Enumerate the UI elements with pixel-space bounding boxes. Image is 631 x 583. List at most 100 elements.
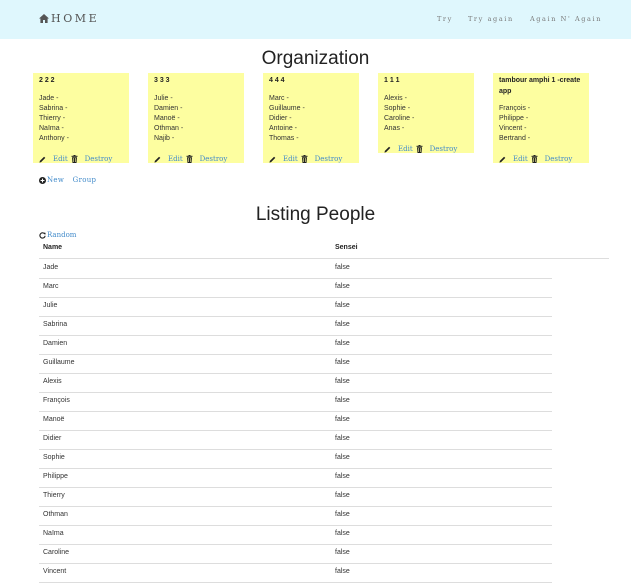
table-row: Didier false: [39, 430, 552, 450]
random-link[interactable]: Random: [39, 231, 76, 239]
destroy-group-link[interactable]: Destroy: [545, 155, 573, 163]
trash-icon[interactable]: [186, 155, 193, 163]
table-row: Philippe false: [39, 468, 552, 488]
group-member: Anas -: [384, 125, 405, 132]
group-actions: Edit Destroy: [499, 155, 572, 163]
person-sensei: false: [335, 397, 350, 404]
group-name: 1 1 1: [384, 77, 400, 84]
pencil-icon[interactable]: [269, 156, 276, 163]
group-member: Naïma -: [39, 125, 64, 132]
person-sensei: false: [335, 568, 350, 575]
group-member: Didier -: [269, 115, 292, 122]
person-sensei: false: [335, 283, 350, 290]
trash-icon[interactable]: [301, 155, 308, 163]
group-member: Caroline -: [384, 115, 415, 122]
organization-title: Organization: [261, 48, 370, 69]
pencil-icon[interactable]: [39, 156, 46, 163]
person-name: Manoë: [43, 416, 65, 423]
table-row: Vincent false: [39, 563, 552, 583]
table-row: Alexis false: [39, 373, 552, 393]
home-icon: [39, 14, 49, 23]
group-member: Antoine -: [269, 125, 298, 132]
group-note: tambour amphi 1 -create app François - Phi…: [493, 73, 589, 163]
person-name: Alexis: [43, 378, 62, 385]
plus-circle-icon: [39, 176, 46, 184]
person-name: Sabrina: [43, 321, 68, 328]
person-name: Caroline: [43, 549, 70, 556]
person-name: Julie: [43, 302, 58, 309]
trash-icon[interactable]: [71, 155, 78, 163]
group-member: Othman -: [154, 125, 184, 132]
table-row: Julie false: [39, 297, 552, 317]
column-header-name: Name: [43, 244, 63, 251]
edit-group-link[interactable]: Edit: [168, 155, 183, 163]
group-member: Najib -: [154, 135, 175, 142]
trash-icon[interactable]: [531, 155, 538, 163]
person-name: Didier: [43, 435, 62, 442]
person-sensei: false: [335, 340, 350, 347]
table-row: Caroline false: [39, 544, 552, 564]
group-name: 2 2 2: [39, 77, 55, 84]
table-row: Marc false: [39, 278, 552, 298]
new-group-link[interactable]: New Group: [39, 176, 96, 184]
group-actions: Edit Destroy: [384, 145, 457, 153]
person-name: Naïma: [43, 530, 64, 537]
group-name: tambour amphi 1 -create app: [499, 77, 581, 95]
person-name: Jade: [43, 264, 59, 271]
group-member: Anthony -: [39, 135, 69, 142]
column-header-sensei: Sensei: [335, 244, 358, 251]
person-name: Guillaume: [43, 359, 75, 366]
table-row: Othman false: [39, 506, 552, 526]
person-name: Damien: [43, 340, 68, 347]
person-sensei: false: [335, 302, 350, 309]
pencil-icon[interactable]: [499, 156, 506, 163]
pencil-icon[interactable]: [384, 146, 391, 153]
table-row: Sabrina false: [39, 316, 552, 336]
person-sensei: false: [335, 416, 350, 423]
edit-group-link[interactable]: Edit: [513, 155, 528, 163]
person-sensei: false: [335, 549, 350, 556]
destroy-group-link[interactable]: Destroy: [315, 155, 343, 163]
group-name: 4 4 4: [269, 77, 285, 84]
person-sensei: false: [335, 378, 350, 385]
table-row: Damien false: [39, 335, 552, 355]
table-row: Jade false: [39, 259, 552, 279]
group-actions: Edit Destroy: [154, 155, 227, 163]
destroy-group-link[interactable]: Destroy: [430, 145, 458, 153]
person-name: Vincent: [43, 568, 67, 575]
nav-link-try[interactable]: Try: [437, 15, 453, 23]
destroy-group-link[interactable]: Destroy: [85, 155, 113, 163]
nav-link-try-again[interactable]: Try again: [468, 15, 514, 23]
destroy-group-link[interactable]: Destroy: [200, 155, 228, 163]
group-member: Alexis -: [384, 95, 407, 102]
person-sensei: false: [335, 264, 350, 271]
person-name: Sophie: [43, 454, 65, 461]
nav-link-again-n-again[interactable]: Again N' Again: [530, 15, 602, 23]
group-name: 3 3 3: [154, 77, 170, 84]
group-member: Julie -: [154, 95, 173, 102]
group-member: Jade -: [39, 95, 59, 102]
trash-icon[interactable]: [416, 145, 423, 153]
edit-group-link[interactable]: Edit: [53, 155, 68, 163]
group-member: Sophie -: [384, 105, 411, 112]
pencil-icon[interactable]: [154, 156, 161, 163]
home-brand-link[interactable]: HOME: [39, 12, 99, 25]
group-note: 2 2 2 Jade - Sabrina - Thierry - Naïma - Anth…: [33, 73, 129, 163]
group-member: Marc -: [269, 95, 289, 102]
table-row: Manoë false: [39, 411, 552, 431]
edit-group-link[interactable]: Edit: [283, 155, 298, 163]
navbar: HOME Try Try again Again N' Again: [0, 0, 631, 39]
group-actions: Edit Destroy: [269, 155, 342, 163]
person-sensei: false: [335, 473, 350, 480]
person-sensei: false: [335, 359, 350, 366]
edit-group-link[interactable]: Edit: [398, 145, 413, 153]
group-note: 3 3 3 Julie - Damien - Manoë - Othman - Najib…: [148, 73, 244, 163]
group-member: Thomas -: [269, 135, 299, 142]
person-name: Philippe: [43, 473, 68, 480]
person-sensei: false: [335, 454, 350, 461]
group-member: Sabrina -: [39, 105, 68, 112]
listing-people-title: Listing People: [255, 204, 376, 225]
person-sensei: false: [335, 511, 350, 518]
table-row: François false: [39, 392, 552, 412]
group-member: François -: [499, 105, 531, 112]
